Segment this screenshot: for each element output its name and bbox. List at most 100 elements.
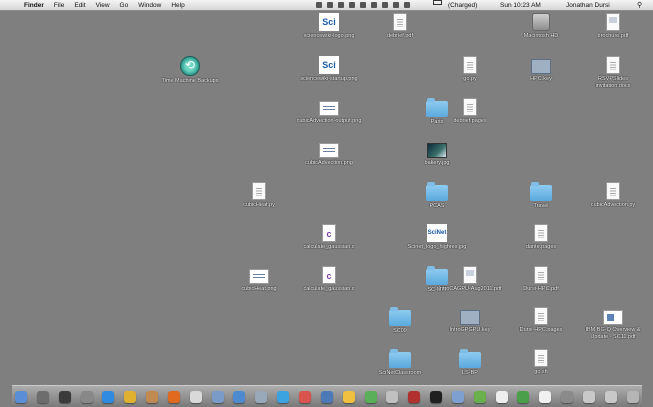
- desktop-item-bakery-jpg[interactable]: bakery.jpg: [404, 140, 470, 167]
- textedit-icon[interactable]: [539, 390, 552, 403]
- desktop-item-label: go.sh: [534, 369, 548, 375]
- desktop-item-label: cubicHeat.png: [241, 286, 277, 292]
- desktop-item-label: brochure.pdf: [597, 33, 629, 39]
- iphoto-icon[interactable]: [211, 390, 224, 403]
- addressbook-icon[interactable]: [146, 390, 159, 403]
- menu-clock[interactable]: Sun 10:23 AM: [500, 0, 541, 11]
- desktop-item-dursi-hpc-pages[interactable]: Dursi-HPC.pages: [508, 307, 574, 334]
- desktop-item-macintosh-hd[interactable]: Macintosh HD: [508, 13, 574, 40]
- desktop-item-intro-gpgpu-key[interactable]: IntroGPGPU.key: [437, 307, 503, 334]
- omnigraffle-icon[interactable]: [473, 390, 486, 403]
- desktop-item-cubicheat-png[interactable]: cubicHeat.png: [226, 266, 292, 293]
- desktop-item-debrief-pdf[interactable]: debrief.pdf: [367, 13, 433, 40]
- desktop-item-rsvp-invitation[interactable]: RSVPSlides invitation.docx: [580, 56, 646, 89]
- desktop-item-time-machine[interactable]: Time Machine Backups: [157, 56, 223, 85]
- xcode-icon[interactable]: [451, 390, 464, 403]
- menu-finder[interactable]: Finder: [24, 0, 44, 11]
- systemprefs-icon[interactable]: [561, 390, 574, 403]
- desktop-item-label: SciNetClassroom: [378, 370, 422, 376]
- terminal-icon[interactable]: [430, 390, 443, 403]
- finder-icon[interactable]: [15, 390, 27, 403]
- spotlight-icon[interactable]: ⚲: [637, 0, 642, 11]
- desktop-item-folder-travel[interactable]: Travel: [508, 182, 574, 210]
- menu-user[interactable]: Jonathan Dursi: [566, 0, 610, 11]
- photobooth-icon[interactable]: [58, 390, 71, 403]
- desktop-item-ibm-bgq-pdf[interactable]: IBM BG-Q Overview & Update - SC11.pdf: [580, 307, 646, 340]
- timemachine-icon[interactable]: [371, 2, 377, 8]
- document-icon: [606, 56, 620, 74]
- dropbox-icon[interactable]: [316, 2, 322, 8]
- battery-status[interactable]: (Charged): [433, 0, 483, 11]
- desktop-item-label: IntroCAGPU-Aug2011.pdf: [438, 286, 502, 292]
- desktop-item-folder-scinetclassroom[interactable]: SciNetClassroom: [367, 349, 433, 377]
- pages-icon[interactable]: [342, 390, 355, 403]
- menu-window[interactable]: Window: [138, 0, 161, 11]
- menu-bar: Finder File Edit View Go Window Help (Ch…: [0, 0, 653, 11]
- safari-icon[interactable]: [102, 390, 115, 403]
- keynote-file-icon: [531, 59, 551, 74]
- sync-icon[interactable]: [360, 2, 366, 8]
- desktop-item-label: cubicAdvection-output.png: [296, 118, 362, 124]
- skype-icon[interactable]: [277, 390, 290, 403]
- chrome-icon[interactable]: [124, 390, 137, 403]
- desktop-item-cubicheat-py[interactable]: cubicHeat.py: [226, 182, 292, 209]
- desktop-item-cubicadvection-py[interactable]: cubicAdvection.py: [580, 182, 646, 209]
- pdf-file-icon: [606, 13, 620, 31]
- menu-edit[interactable]: Edit: [74, 0, 85, 11]
- menu-go[interactable]: Go: [120, 0, 129, 11]
- menu-view[interactable]: View: [96, 0, 110, 11]
- activity-icon[interactable]: [517, 390, 530, 403]
- desktop-item-brochure-pdf[interactable]: brochure.pdf: [580, 13, 646, 40]
- cloud-icon[interactable]: [349, 2, 355, 8]
- firefox-icon[interactable]: [167, 390, 180, 403]
- dock: [12, 385, 642, 407]
- trash-icon[interactable]: [626, 390, 639, 403]
- wifi-icon[interactable]: [393, 2, 399, 8]
- ical-icon[interactable]: [189, 390, 202, 403]
- desktop-item-dursi-hpc-pdf[interactable]: Dursi-HPC.pdf: [508, 266, 574, 293]
- desktop-item-intro-cagpu-pdf[interactable]: IntroCAGPU-Aug2011.pdf: [437, 266, 503, 293]
- ical2-icon[interactable]: [298, 390, 311, 403]
- desktop-item-folder-pcas[interactable]: PCAS: [404, 182, 470, 210]
- desktop-item-sciencewiki-startup[interactable]: Sci sciencewiki-startup.png: [296, 56, 362, 83]
- desktop-item-label: Dursi-HPC.pages: [519, 327, 563, 333]
- x11-icon[interactable]: [495, 390, 508, 403]
- itunes-icon[interactable]: [233, 390, 246, 403]
- numbers-icon[interactable]: [364, 390, 377, 403]
- volume-icon[interactable]: [404, 2, 410, 8]
- menu-extras: [316, 2, 415, 8]
- desktop-item-calculate-gaussian-c[interactable]: c calculate_gaussian.c: [296, 224, 362, 251]
- launchpad-icon[interactable]: [80, 390, 93, 403]
- desktop-item-cubicadvection-output[interactable]: cubicAdvection-output.png: [296, 98, 362, 125]
- desktop-item-go-sh[interactable]: go.sh: [508, 349, 574, 376]
- desktop-item-hpc-key[interactable]: HPC.key: [508, 56, 574, 83]
- desktop-item-folder-ls-bp[interactable]: LS-BP: [437, 349, 503, 377]
- desktop-item-calculate-gaussian-c2[interactable]: c calculate_gaussian.c: [296, 266, 362, 293]
- preview-icon[interactable]: [255, 390, 268, 403]
- menu-help[interactable]: Help: [171, 0, 184, 11]
- desktop-item-folder-sc09[interactable]: SC09: [367, 307, 433, 335]
- keynote-icon[interactable]: [320, 390, 333, 403]
- acrobat-icon[interactable]: [408, 390, 421, 403]
- hard-drive-icon: [532, 13, 550, 31]
- downloads-stack-icon[interactable]: [582, 390, 595, 403]
- scanner-icon[interactable]: [327, 2, 333, 8]
- desktop-item-dante-pages[interactable]: dante.pages: [508, 224, 574, 251]
- desktop-item-go-py[interactable]: go.py: [437, 56, 503, 83]
- mail-stamp-icon[interactable]: [36, 390, 49, 403]
- screen-icon[interactable]: [338, 2, 344, 8]
- menu-file[interactable]: File: [54, 0, 64, 11]
- desktop-item-debrief-pages[interactable]: debrief.pages: [437, 98, 503, 125]
- netnewswire-icon[interactable]: [386, 390, 399, 403]
- keynote-file-icon: [460, 310, 480, 325]
- pdf-file-icon: [463, 266, 477, 284]
- document-icon: [534, 266, 548, 284]
- document-icon: [463, 56, 477, 74]
- desktop-item-cubicadvection-png[interactable]: cubicAdvection.png: [296, 140, 362, 167]
- time-machine-icon: [180, 56, 200, 76]
- documents-stack-icon[interactable]: [604, 390, 617, 403]
- document-icon: [534, 349, 548, 367]
- desktop-item-scinet-logo[interactable]: SciNet Scinet_logo_highres.jpg: [404, 224, 470, 251]
- bluetooth-icon[interactable]: [382, 2, 388, 8]
- desktop-item-sciencewiki-logo[interactable]: Sci sciencewiki-logo.png: [296, 13, 362, 40]
